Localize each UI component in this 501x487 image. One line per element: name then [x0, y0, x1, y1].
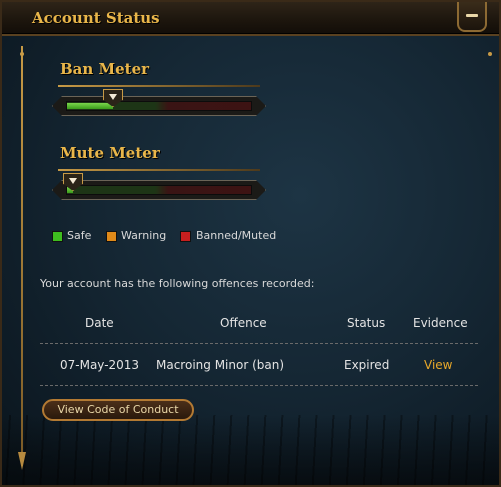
- column-header-offence: Offence: [220, 316, 267, 330]
- view-code-of-conduct-button[interactable]: View Code of Conduct: [42, 399, 194, 421]
- ban-meter-rule: [58, 85, 260, 87]
- window-title: Account Status: [32, 9, 160, 27]
- column-header-evidence: Evidence: [413, 316, 468, 330]
- offences-intro: Your account has the following offences …: [40, 277, 315, 290]
- offence-status: Expired: [344, 358, 390, 372]
- decorative-line-tip: [18, 452, 26, 470]
- mute-meter-rule: [58, 169, 260, 171]
- ban-meter-label: Ban Meter: [60, 60, 150, 78]
- column-header-date: Date: [85, 316, 114, 330]
- grunge-border: [2, 415, 499, 485]
- decorative-dot: [20, 52, 24, 56]
- legend-safe-swatch: [52, 231, 63, 242]
- mute-meter-track: [66, 185, 252, 195]
- marker-arrow-icon: [109, 94, 117, 100]
- view-evidence-link[interactable]: View: [424, 358, 452, 372]
- offence-date: 07-May-2013: [60, 358, 140, 372]
- legend-warning-label: Warning: [121, 229, 167, 242]
- marker-arrow-icon: [69, 178, 77, 184]
- decorative-line: [21, 46, 23, 466]
- ban-meter-fill: [67, 103, 113, 109]
- mute-meter-label: Mute Meter: [60, 144, 160, 162]
- column-header-status: Status: [347, 316, 386, 330]
- minus-icon: [466, 14, 478, 17]
- legend-safe-label: Safe: [67, 229, 92, 242]
- decorative-dot: [488, 52, 492, 56]
- table-divider: [40, 343, 478, 344]
- title-bar: Account Status: [2, 2, 499, 36]
- legend-warning-swatch: [106, 231, 117, 242]
- minimize-button[interactable]: [457, 2, 487, 32]
- table-divider: [40, 385, 478, 386]
- legend-banned-swatch: [180, 231, 191, 242]
- legend-banned-label: Banned/Muted: [196, 229, 277, 242]
- account-status-panel: Account Status Ban Meter Mute Meter Safe…: [0, 0, 501, 487]
- offence-name: Macroing Minor (ban): [156, 358, 285, 372]
